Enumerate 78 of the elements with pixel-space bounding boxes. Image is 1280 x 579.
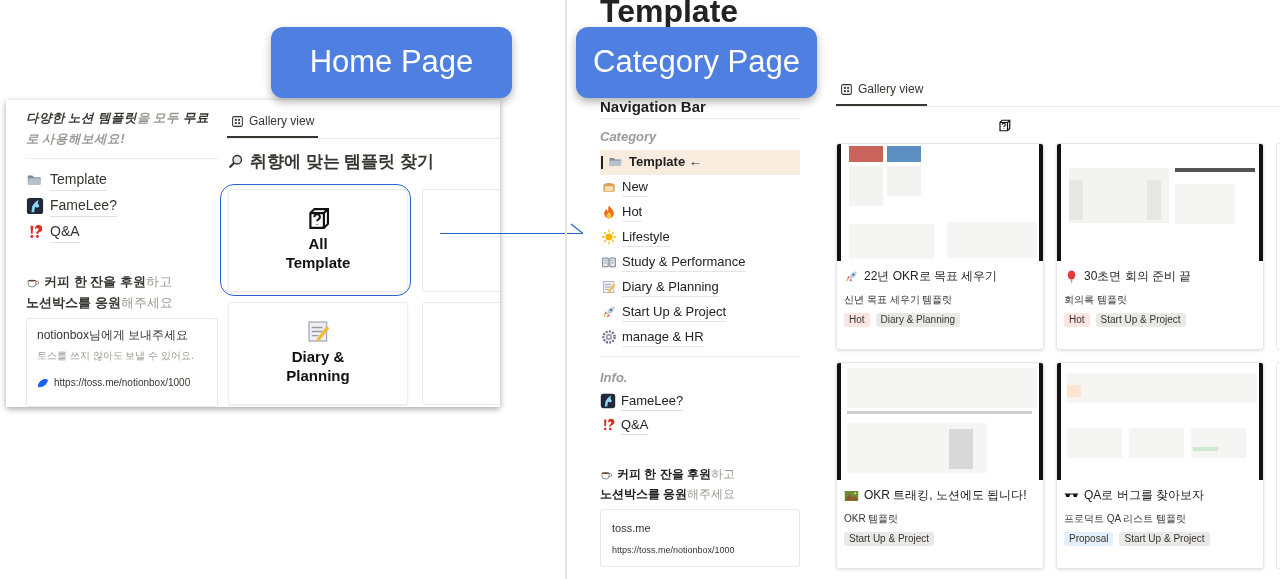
gallery-icon	[231, 114, 244, 128]
card-title: Diary & Planning	[286, 346, 350, 385]
url-text: https://toss.me/notionbox/1000	[612, 543, 736, 557]
unicorn-icon	[600, 393, 616, 409]
sidebar-item[interactable]: Hot	[600, 199, 800, 225]
rocket-icon	[601, 304, 617, 320]
gallery-icon	[840, 82, 853, 96]
card-title: QA로 버그를 찾아보자	[1084, 487, 1204, 504]
card-subtitle: 신년 목표 세우기 템플릿	[843, 293, 954, 307]
template-card[interactable]: 30초면 회의 준비 끝 회의록 템플릿 Hot Start Up & Project	[1056, 143, 1264, 350]
card-subtitle: 프로덕트 QA 리스트 템플릿	[1063, 512, 1188, 526]
intro-text: 다양한 노션 템플릿을 모두 무료로 사용해보세요!	[26, 108, 218, 159]
sun-icon	[601, 229, 617, 245]
page-link[interactable]: Q&A	[50, 221, 80, 243]
card-title: All Template	[285, 233, 351, 272]
template-card[interactable]: OKR 트래킹, 노션에도 됩니다! OKR 템플릿 Start Up & Project	[836, 362, 1044, 569]
template-card[interactable]: 22년 OKR로 목표 세우기 신년 목표 세우기 템플릿 Hot Diary & Planning	[836, 143, 1044, 350]
sidebar-item[interactable]: Start Up & Project	[600, 299, 800, 325]
item-label: Start Up & Project	[622, 301, 727, 323]
tag: Hot	[1064, 313, 1090, 327]
card-subtitle: OKR 템플릿	[843, 512, 900, 526]
card-note: 토스를 쓰지 않아도 보낼 수 있어요.	[37, 349, 195, 363]
item-label: Hot	[622, 201, 643, 223]
support-text: 커피 한 잔을 후원하고	[617, 466, 735, 483]
sidebar-item[interactable]: Lifestyle	[600, 224, 800, 250]
page-link[interactable]: Template	[50, 169, 107, 191]
support-text: 커피 한 잔을 후원하고	[44, 273, 172, 291]
item-label: Diary & Planning	[622, 276, 719, 298]
support-text: 노션박스를 응원해주세요	[600, 486, 736, 503]
unicorn-icon	[26, 197, 44, 215]
tag: Start Up & Project	[844, 532, 935, 546]
card-title: notionbox님에게 보내주세요	[37, 327, 190, 343]
search-icon	[227, 153, 244, 171]
card-subtitle: 회의록 템플릿	[1063, 293, 1128, 307]
tag: Hot	[844, 313, 870, 327]
toss-link-card[interactable]: toss.me https://toss.me/notionbox/1000	[600, 509, 800, 567]
gallery-view-tab[interactable]: Gallery view	[836, 80, 928, 106]
category-card[interactable]: Diary & Planning	[228, 301, 408, 405]
card-title: toss.me	[612, 521, 652, 536]
item-label: Study & Performance	[622, 251, 746, 273]
section-heading: 취향에 맞는 템플릿 찾기	[250, 151, 435, 173]
callout-label: Home Page	[271, 27, 512, 98]
item-label: manage & HR	[622, 326, 704, 348]
section-heading: Navigation Bar	[600, 98, 707, 116]
toss-link-card[interactable]: notionbox님에게 보내주세요 토스를 쓰지 않아도 보낼 수 있어요. https://toss.me/notionbox/1000	[26, 318, 218, 407]
notepad-pencil-icon	[601, 279, 617, 295]
sidebar-item[interactable]: manage & HR	[600, 324, 800, 350]
tag: Start Up & Project	[1119, 532, 1210, 546]
question-box-icon	[997, 117, 1012, 133]
sidebar-item[interactable]: Template ←	[600, 149, 800, 175]
gallery-view-tab[interactable]: Gallery view	[227, 112, 319, 138]
flame-icon	[601, 204, 617, 220]
text-cursor	[601, 155, 603, 169]
support-text: 노션박스를 응원해주세요	[26, 294, 173, 312]
callout-label: Category Page	[576, 27, 817, 98]
page-link[interactable]: FameLee?	[621, 390, 684, 412]
tag: Start Up & Project	[1095, 313, 1186, 327]
item-label: Template ←	[629, 153, 702, 172]
book-icon	[601, 254, 617, 270]
url-text: https://toss.me/notionbox/1000	[54, 376, 191, 390]
card-title: 22년 OKR로 목표 세우기	[864, 268, 998, 285]
template-card[interactable]: QA로 버그를 찾아보자 프로덕트 QA 리스트 템플릿 Proposal Start Up & Project	[1056, 362, 1264, 569]
toss-logo-icon	[37, 376, 49, 389]
sidebar-item[interactable]: New	[600, 174, 800, 200]
card-title: OKR 트래킹, 노션에도 됩니다!	[864, 487, 1027, 504]
gear-icon	[601, 329, 617, 345]
section-label: Category	[600, 128, 658, 146]
tag: Diary & Planning	[875, 313, 961, 327]
page-link[interactable]: Q&A	[621, 414, 649, 436]
item-label: Lifestyle	[622, 226, 670, 248]
tag: Proposal	[1064, 532, 1114, 546]
item-label: New	[622, 176, 648, 198]
section-label: Info.	[600, 368, 629, 387]
rocket-icon	[844, 268, 859, 284]
sidebar-item[interactable]: Diary & Planning	[600, 274, 800, 300]
sidebar-item[interactable]: Study & Performance	[600, 249, 800, 275]
card-title: 30초면 회의 준비 끝	[1084, 268, 1192, 285]
page-link[interactable]: FameLee?	[50, 195, 117, 217]
